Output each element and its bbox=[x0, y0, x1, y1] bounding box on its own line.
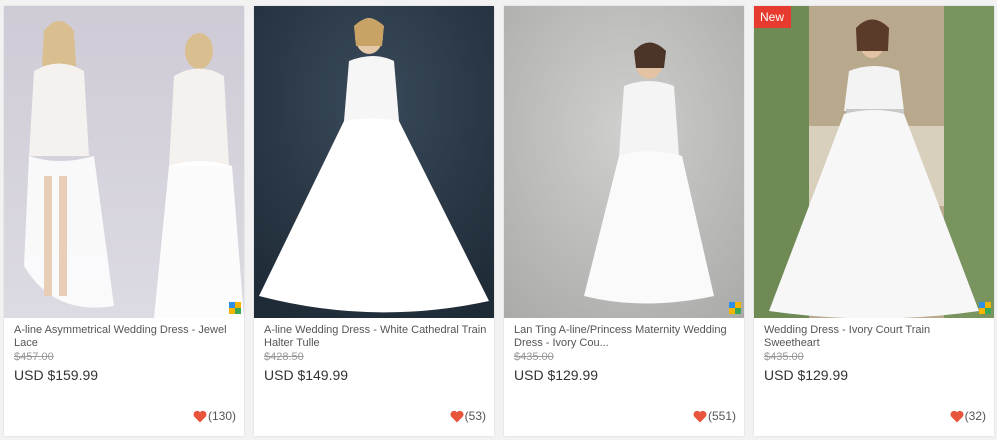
favorite-count: (53) bbox=[464, 409, 486, 423]
brand-mark-icon bbox=[729, 302, 741, 314]
product-photo[interactable] bbox=[754, 6, 994, 318]
dress-photo-image bbox=[754, 6, 994, 318]
original-price: $435.00 bbox=[764, 351, 804, 363]
product-card[interactable]: A-line Wedding Dress - White Cathedral T… bbox=[254, 6, 494, 436]
dress-photo-image bbox=[4, 6, 244, 318]
new-badge: New bbox=[754, 6, 792, 28]
favorite-count: (551) bbox=[707, 409, 736, 423]
product-title[interactable]: Lan Ting A-line/Princess Maternity Weddi… bbox=[514, 324, 738, 350]
favorite-button[interactable]: (32) bbox=[950, 409, 986, 423]
favorite-button[interactable]: (130) bbox=[193, 409, 236, 423]
original-price: $435.00 bbox=[514, 351, 554, 363]
original-price: $428.50 bbox=[264, 351, 304, 363]
product-photo[interactable] bbox=[254, 6, 494, 318]
favorite-button[interactable]: (551) bbox=[693, 409, 736, 423]
brand-mark-icon bbox=[979, 302, 991, 314]
dress-photo-image bbox=[254, 6, 494, 318]
brand-mark-icon bbox=[229, 302, 241, 314]
original-price: $457.00 bbox=[14, 351, 54, 363]
product-card[interactable]: Lan Ting A-line/Princess Maternity Weddi… bbox=[504, 6, 744, 436]
product-title[interactable]: Wedding Dress - Ivory Court Train Sweeth… bbox=[764, 324, 988, 350]
sale-price: USD $129.99 bbox=[764, 367, 849, 383]
favorite-count: (130) bbox=[207, 409, 236, 423]
favorite-button[interactable]: (53) bbox=[450, 409, 486, 423]
product-photo[interactable] bbox=[4, 6, 244, 318]
product-grid: A-line Asymmetrical Wedding Dress - Jewe… bbox=[0, 0, 997, 440]
product-card[interactable]: A-line Asymmetrical Wedding Dress - Jewe… bbox=[4, 6, 244, 436]
heart-icon bbox=[950, 410, 964, 422]
dress-photo-image bbox=[504, 6, 744, 318]
sale-price: USD $149.99 bbox=[264, 367, 349, 383]
heart-icon bbox=[450, 410, 464, 422]
product-photo[interactable] bbox=[504, 6, 744, 318]
product-title[interactable]: A-line Wedding Dress - White Cathedral T… bbox=[264, 324, 488, 350]
sale-price: USD $129.99 bbox=[514, 367, 599, 383]
heart-icon bbox=[193, 410, 207, 422]
product-title[interactable]: A-line Asymmetrical Wedding Dress - Jewe… bbox=[14, 324, 238, 350]
heart-icon bbox=[693, 410, 707, 422]
product-card[interactable]: New Wedding Dress - Ivory Court Train Sw… bbox=[754, 6, 994, 436]
sale-price: USD $159.99 bbox=[14, 367, 99, 383]
favorite-count: (32) bbox=[964, 409, 986, 423]
